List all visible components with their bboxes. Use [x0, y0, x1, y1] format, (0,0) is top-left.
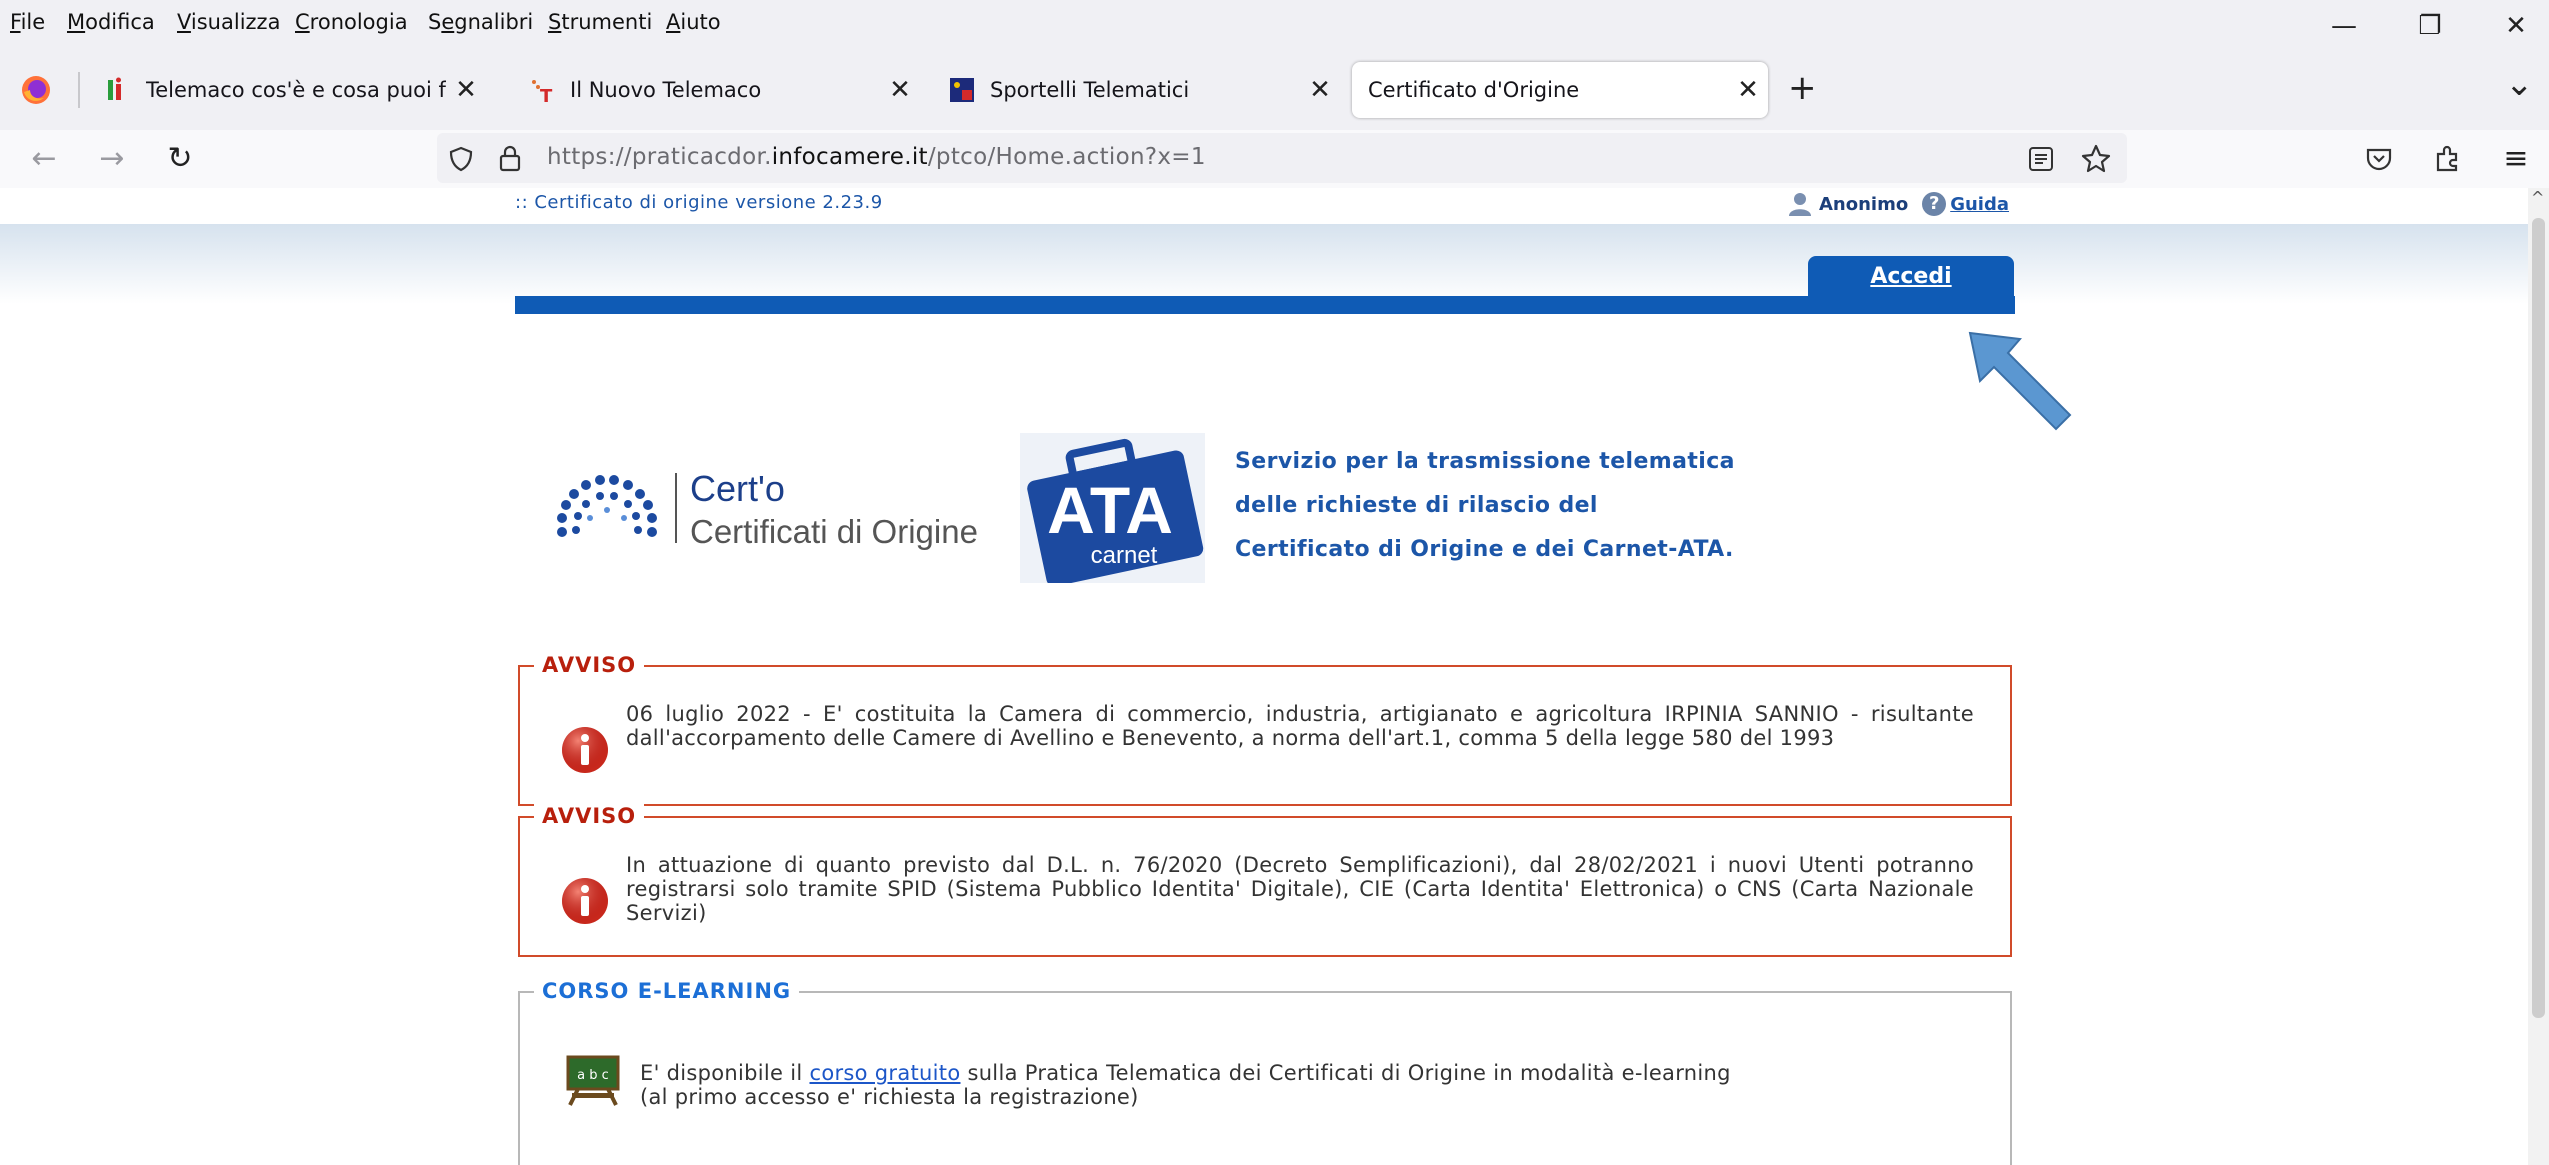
tab-title: Telemaco cos'è e cosa puoi fare	[146, 78, 446, 102]
web-page: :: Certificato di origine versione 2.23.…	[0, 188, 2528, 1165]
notice-legend: AVVISO	[534, 804, 645, 828]
menu-modifica[interactable]: Modifica	[67, 10, 155, 34]
tab-close-icon[interactable]: ✕	[1728, 75, 1768, 105]
menu-file[interactable]: File	[10, 10, 45, 34]
svg-text:a b c: a b c	[577, 1068, 609, 1083]
service-line: delle richieste di rilascio del	[1235, 493, 1598, 518]
reload-button[interactable]: ↻	[160, 140, 200, 178]
elearning-text: E' disponibile il corso gratuito sulla P…	[640, 1061, 1731, 1109]
tab-sportelli-telematici[interactable]: Sportelli Telematici ✕	[930, 62, 1340, 118]
tab-title: Certificato d'Origine	[1368, 78, 1580, 102]
pocket-icon[interactable]	[2364, 144, 2394, 174]
info-icon	[562, 727, 608, 773]
extensions-icon[interactable]	[2432, 142, 2464, 174]
svg-text:T: T	[540, 86, 553, 104]
tab-close-icon[interactable]: ✕	[446, 75, 486, 105]
pointer-arrow-icon	[1968, 331, 2072, 431]
notice-box: AVVISO 06 luglio 2022 - E' costituita la…	[518, 653, 2012, 806]
help-link[interactable]: Guida	[1950, 194, 2009, 215]
lock-icon[interactable]	[497, 143, 523, 173]
accedi-button[interactable]: Accedi	[1808, 256, 2014, 298]
header-bar	[515, 296, 2015, 314]
menu-aiuto[interactable]: Aiuto	[666, 10, 721, 34]
ata-briefcase-icon: ATA carnet	[1027, 438, 1204, 587]
menu-visualizza[interactable]: Visualizza	[177, 10, 280, 34]
tracking-protection-shield-icon[interactable]	[447, 145, 475, 173]
user-box: Anonimo ? Guida	[1787, 192, 2009, 216]
page-scrollbar[interactable]: ^	[2528, 188, 2549, 1165]
logo-divider	[675, 473, 677, 543]
app-menu-button[interactable]: ≡	[2496, 140, 2536, 178]
ata-carnet-logo: ATA carnet	[1020, 433, 1205, 587]
help-icon[interactable]: ?	[1922, 192, 1947, 216]
tab-close-icon[interactable]: ✕	[880, 75, 920, 105]
elearning-legend: CORSO E-LEARNING	[534, 979, 800, 1003]
tab-close-icon[interactable]: ✕	[1300, 75, 1340, 105]
elearning-note: (al primo accesso e' richiesta la regist…	[640, 1085, 1139, 1109]
back-button[interactable]: ←	[24, 140, 64, 178]
service-line: Servizio per la trasmissione telematica	[1235, 449, 1735, 474]
corso-gratuito-link[interactable]: corso gratuito	[809, 1061, 960, 1085]
info-icon	[562, 878, 608, 924]
close-window-button[interactable]: ✕	[2486, 8, 2546, 44]
navigation-bar: ← → ↻ https://praticacdor.infocamere.it/…	[0, 130, 2549, 189]
menu-strumenti[interactable]: Strumenti	[548, 10, 652, 34]
nuovo-telemaco-favicon-icon: T	[532, 80, 553, 104]
tab-list-button[interactable]: ⌄	[2505, 64, 2534, 104]
restore-button[interactable]: ❐	[2400, 8, 2460, 44]
service-description: Servizio per la trasmissione telematica …	[1235, 440, 1735, 572]
menu-bar: File Modifica Visualizza Cronologia Segn…	[0, 0, 2549, 50]
notice-legend: AVVISO	[534, 653, 645, 677]
blackboard-icon: a b c	[566, 1055, 620, 1106]
reader-view-icon[interactable]	[2027, 145, 2055, 173]
notice-text: In attuazione di quanto previsto dal D.L…	[626, 853, 1974, 925]
firefox-icon[interactable]	[20, 74, 52, 106]
tab-telemaco[interactable]: Telemaco cos'è e cosa puoi fare ✕	[86, 62, 486, 118]
tab-title: Sportelli Telematici	[990, 78, 1190, 102]
carnet-text: carnet	[1091, 542, 1158, 569]
tab-nuovo-telemaco[interactable]: T Il Nuovo Telemaco ✕	[510, 62, 920, 118]
tab-bar: Telemaco cos'è e cosa puoi fare ✕ T Il N…	[0, 50, 2549, 130]
menu-cronologia[interactable]: Cronologia	[295, 10, 408, 34]
bookmark-star-icon[interactable]	[2080, 143, 2112, 175]
url-text[interactable]: https://praticacdor.infocamere.it/ptco/H…	[547, 144, 1206, 170]
certo-name: Cert'o	[690, 468, 785, 509]
telemaco-favicon-icon	[108, 77, 121, 100]
tab-certificato-origine[interactable]: Certificato d'Origine ✕	[1352, 62, 1768, 118]
service-line: Certificato di Origine e dei Carnet-ATA.	[1235, 537, 1734, 562]
elearning-box: CORSO E-LEARNING a b c E' disponibile il…	[518, 979, 2012, 1165]
notice-text: 06 luglio 2022 - E' costituita la Camera…	[626, 702, 1974, 750]
notice-box: AVVISO In attuazione di quanto previsto …	[518, 804, 2012, 957]
header-band	[0, 224, 2528, 304]
new-tab-button[interactable]: +	[1788, 68, 1817, 108]
version-label: :: Certificato di origine versione 2.23.…	[515, 192, 883, 213]
sportelli-favicon-icon	[950, 78, 974, 102]
forward-button[interactable]: →	[92, 140, 132, 178]
certo-dots-logo-icon	[557, 475, 657, 537]
menu-segnalibri[interactable]: Segnalibri	[428, 10, 533, 34]
scrollbar-thumb[interactable]	[2532, 218, 2545, 1018]
user-name: Anonimo	[1819, 193, 1909, 215]
certo-subtitle: Certificati di Origine	[690, 513, 978, 550]
certo-logo: Cert'o Certificati di Origine	[550, 458, 990, 568]
tab-separator	[78, 72, 80, 108]
tab-title: Il Nuovo Telemaco	[570, 78, 762, 102]
url-bar[interactable]: https://praticacdor.infocamere.it/ptco/H…	[437, 133, 2127, 183]
minimize-button[interactable]: —	[2314, 8, 2374, 44]
ata-text: ATA	[1047, 473, 1173, 547]
user-icon	[1789, 193, 1811, 216]
